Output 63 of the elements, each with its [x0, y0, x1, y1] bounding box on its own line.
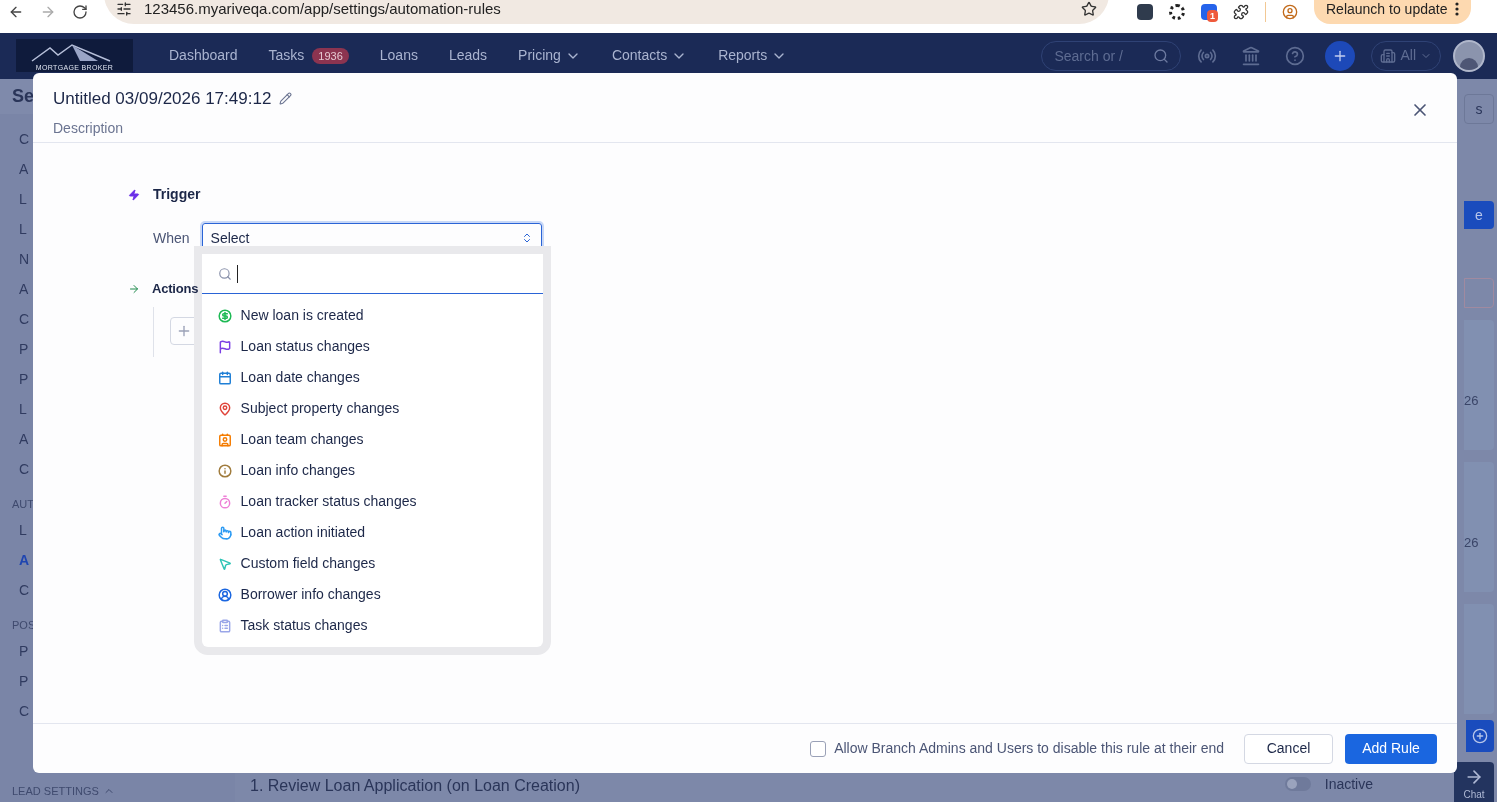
- status-text: Inactive: [1324, 774, 1373, 794]
- nav-link[interactable]: Leads: [448, 45, 488, 67]
- date-text: 26: [1464, 533, 1479, 552]
- avatar[interactable]: [1453, 39, 1485, 72]
- nav-link[interactable]: Loans: [379, 45, 418, 67]
- building-icon: [1380, 47, 1397, 64]
- bank-icon[interactable]: [1241, 45, 1262, 66]
- add-button[interactable]: [1325, 40, 1356, 71]
- more-icon: [1455, 2, 1460, 17]
- trigger-option[interactable]: New loan is created: [201, 300, 543, 331]
- trigger-option[interactable]: Task status changes: [201, 610, 543, 641]
- search-icon: [217, 267, 232, 281]
- trigger-option[interactable]: Loan tracker status changes: [201, 486, 543, 517]
- rule-title: 1. Review Loan Application (on Loan Creation): [250, 776, 581, 796]
- bookmark-star-icon[interactable]: [1081, 1, 1097, 18]
- trigger-option[interactable]: Loan status changes: [201, 331, 543, 362]
- dialog-title: Untitled 03/09/2026 17:49:12: [53, 88, 272, 110]
- site-info-icon[interactable]: [116, 1, 132, 18]
- trigger-option[interactable]: Loan team changes: [201, 424, 543, 455]
- when-label: When: [153, 228, 190, 248]
- relaunch-button[interactable]: Relaunch to update: [1314, 0, 1472, 25]
- add-rule-button[interactable]: Add Rule: [1345, 733, 1437, 764]
- trigger-option[interactable]: Loan date changes: [201, 362, 543, 393]
- nav-link[interactable]: Tasks 1936: [268, 45, 349, 67]
- trigger-option[interactable]: Loan action initiated: [201, 517, 543, 548]
- count-badge: 1936: [312, 47, 349, 64]
- trigger-option[interactable]: Subject property changes: [201, 393, 543, 424]
- nav-link[interactable]: Dashboard: [169, 45, 238, 67]
- search-field[interactable]: Search or /: [1041, 40, 1182, 71]
- input-field[interactable]: [1464, 278, 1494, 308]
- profile-icon[interactable]: [1282, 4, 1298, 21]
- search-icon: [1153, 47, 1170, 64]
- url-text: 123456.myariveqa.com/app/settings/automation-rules: [144, 0, 502, 20]
- help-icon[interactable]: [1285, 45, 1306, 66]
- nav-link[interactable]: Reports: [718, 45, 788, 67]
- trigger-option[interactable]: Custom field changes: [201, 548, 543, 579]
- actions-heading: Actions: [152, 280, 199, 298]
- chat-button[interactable]: Chat: [1454, 762, 1494, 802]
- cancel-button[interactable]: Cancel: [1244, 733, 1333, 764]
- nav-link[interactable]: Contacts: [611, 45, 688, 67]
- header-button[interactable]: s: [1464, 94, 1494, 124]
- primary-button[interactable]: e: [1464, 201, 1494, 229]
- description-text[interactable]: Description: [53, 117, 1410, 139]
- trigger-option[interactable]: Loan info changes: [201, 455, 543, 486]
- trigger-option[interactable]: Borrower info changes: [201, 579, 543, 610]
- checkbox-label: Allow Branch Admins and Users to disable this rule at their end: [834, 739, 1224, 758]
- add-circle-button[interactable]: [1466, 720, 1494, 752]
- address-bar[interactable]: 123456.myariveqa.com/app/settings/automation-rules: [104, 0, 1109, 25]
- trigger-heading: Trigger: [153, 185, 201, 204]
- status-toggle[interactable]: [1284, 777, 1311, 791]
- allow-disable-checkbox[interactable]: [810, 740, 827, 757]
- edit-icon[interactable]: [279, 92, 293, 106]
- extensions-icon[interactable]: [1233, 4, 1249, 21]
- reload-icon[interactable]: [72, 4, 88, 21]
- arrow-right-icon: [128, 282, 140, 295]
- notification-badge: 1: [1207, 10, 1218, 23]
- sun-icon[interactable]: [1169, 4, 1185, 21]
- section-heading: AUT: [11, 497, 35, 512]
- nav-link[interactable]: Pricing: [518, 45, 581, 67]
- page-title: Se: [12, 85, 35, 108]
- plus-circle-icon: [1472, 728, 1488, 744]
- date-text: 26: [1464, 391, 1479, 410]
- lightning-icon: [128, 188, 140, 201]
